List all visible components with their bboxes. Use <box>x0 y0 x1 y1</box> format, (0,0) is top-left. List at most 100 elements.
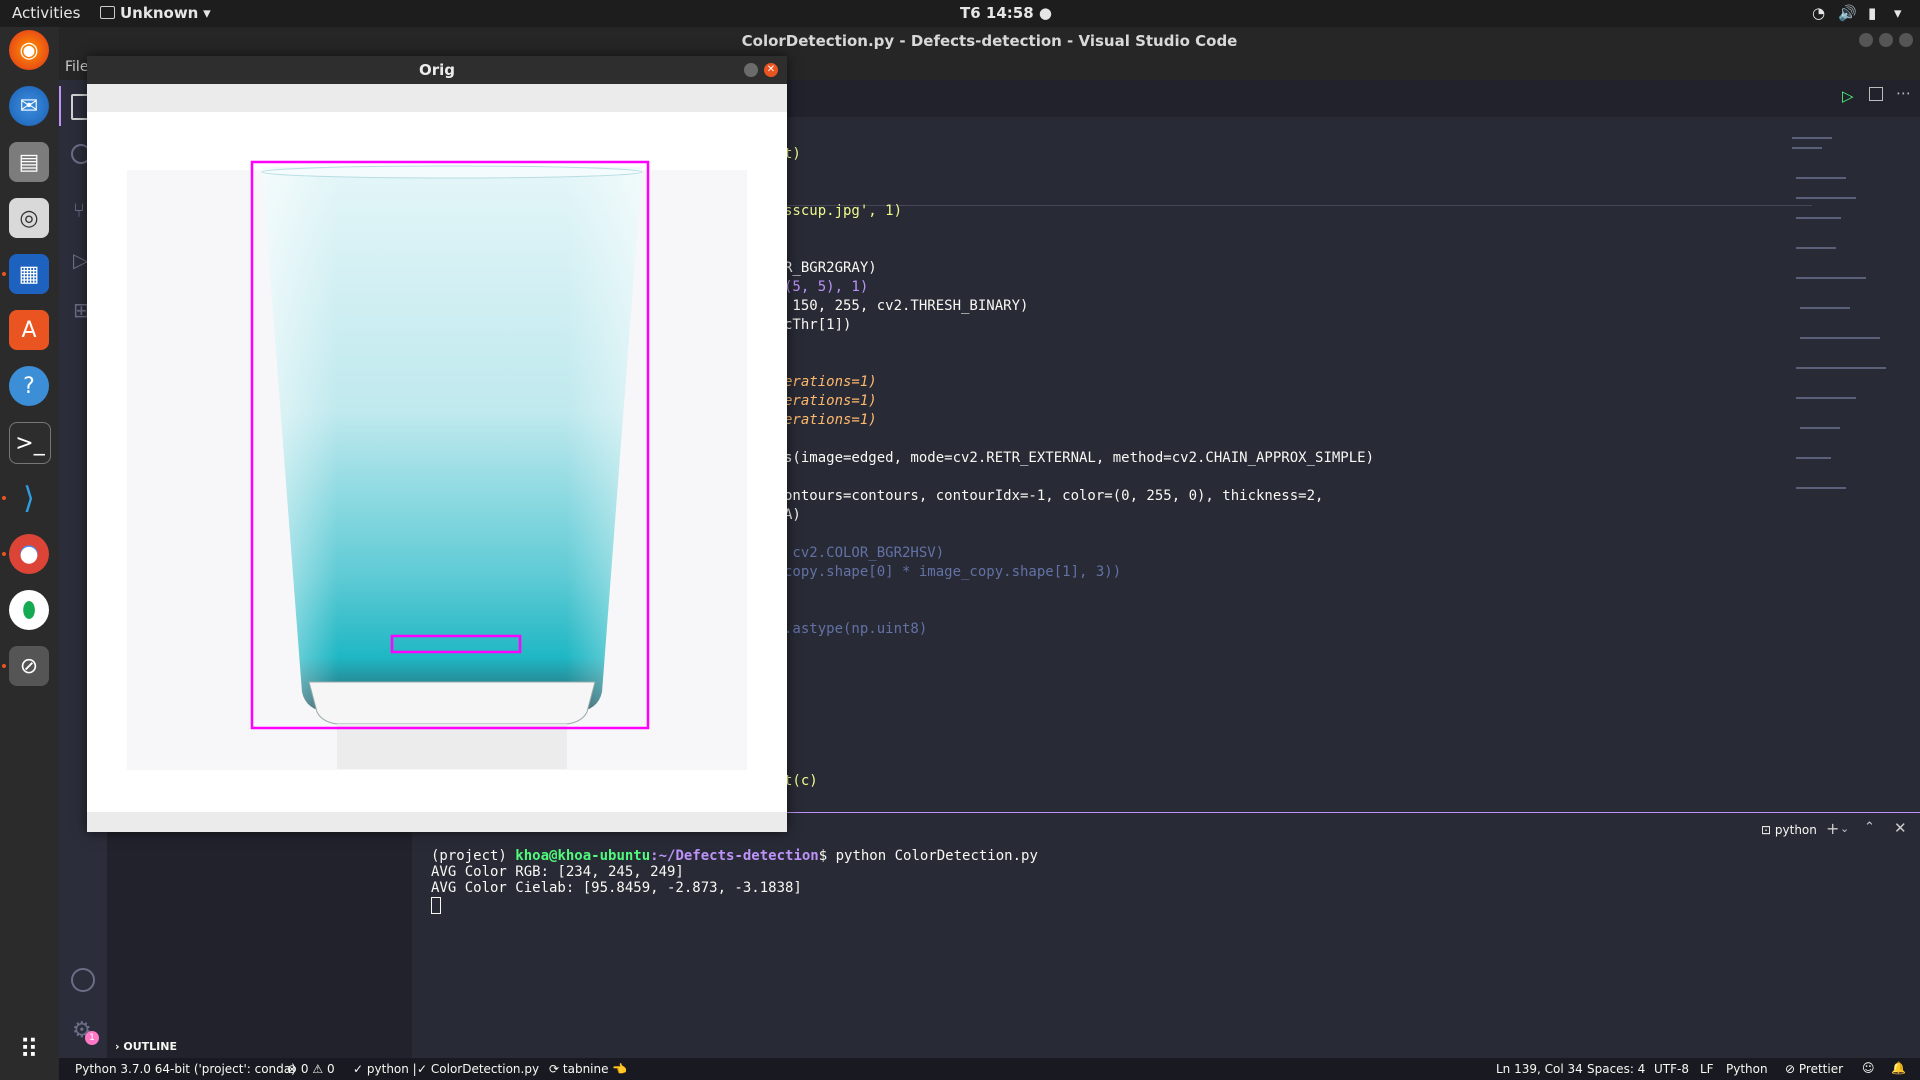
terminal-output-line: AVG Color RGB: [234, 245, 249] <box>431 864 684 880</box>
minimap[interactable] <box>1792 137 1902 517</box>
maximize-icon[interactable] <box>1879 33 1893 47</box>
app-menu[interactable]: Unknown ▾ <box>100 4 211 22</box>
check-icon: ✓ <box>417 1062 428 1076</box>
source-control-icon[interactable]: ⑂ <box>73 198 85 222</box>
orig-window-titlebar[interactable]: Orig ✕ <box>87 56 787 84</box>
glass-illustration <box>250 160 650 769</box>
new-terminal-icon[interactable]: + <box>1826 819 1839 838</box>
glass-image <box>87 112 787 812</box>
terminal-prompt-line: (project) khoa@khoa-ubuntu:~/Defects-det… <box>431 848 1038 864</box>
orig-window-toolbar <box>87 84 787 112</box>
code-line: t(c) <box>784 773 818 789</box>
code-line: sscup.jpg', 1) <box>784 203 903 219</box>
interpreter-status[interactable]: Python 3.7.0 64-bit ('project': conda) <box>75 1062 296 1076</box>
wifi-icon[interactable]: ◔ <box>1812 4 1825 22</box>
code-line: s(image=edged, mode=cv2.RETR_EXTERNAL, m… <box>784 450 1375 466</box>
status-bar: Python 3.7.0 64-bit ('project': conda) ⊗… <box>59 1058 1920 1080</box>
code-line: cThr[1]) <box>784 317 852 333</box>
files-icon[interactable]: ▤ <box>9 142 49 182</box>
accounts-icon[interactable] <box>71 968 95 992</box>
terminal-output-line: AVG Color Cielab: [95.8459, -2.873, -3.1… <box>431 880 802 896</box>
system-menu-chevron-icon[interactable]: ▾ <box>1894 4 1902 22</box>
run-icon[interactable]: ▷ <box>1842 87 1854 105</box>
thunderbird-icon[interactable]: ✉ <box>9 86 49 126</box>
running-indicator <box>2 664 6 668</box>
cursor-position[interactable]: Ln 139, Col 34 <box>1496 1062 1583 1076</box>
orig-window-statusbar <box>87 812 787 832</box>
problems-status[interactable]: ⊗ 0 ⚠ 0 <box>287 1062 335 1076</box>
terminal-icon: ⊡ <box>1761 823 1772 837</box>
outline-label: OUTLINE <box>123 1040 177 1053</box>
feedback-icon[interactable]: ☺ <box>1862 1061 1875 1075</box>
active-indicator <box>59 86 61 126</box>
code-line: R_BGR2GRAY) <box>784 260 877 276</box>
vscode-icon[interactable]: ⟩ <box>9 478 49 518</box>
app-menu-icon <box>100 6 115 19</box>
rhythmbox-icon[interactable]: ◎ <box>9 198 49 238</box>
minimize-icon[interactable] <box>1859 33 1873 47</box>
code-line: ontours=contours, contourIdx=-1, color=(… <box>784 488 1324 504</box>
close-panel-icon[interactable]: ✕ <box>1894 819 1907 837</box>
code-line: .astype(np.uint8) <box>784 621 928 637</box>
show-apps-grid-icon[interactable]: ⠿ <box>9 1030 49 1070</box>
minimize-icon[interactable] <box>744 63 758 77</box>
chrome-icon[interactable]: ● <box>9 534 49 574</box>
ubuntu-dock: ◉ ✉ ▤ ◎ ▦ A ? >_ ⟩ ● ⬮ ⊘ ⠿ <box>0 27 59 1080</box>
maximize-panel-icon[interactable]: ⌃ <box>1864 820 1875 835</box>
check-icon: ✓ <box>353 1062 364 1076</box>
window-title: ColorDetection.py - Defects-detection - … <box>741 32 1238 50</box>
warning-icon: ⚠ <box>312 1062 324 1076</box>
terminal-cursor <box>431 897 441 914</box>
writer-icon[interactable]: ▦ <box>9 254 49 294</box>
settings-badge: 1 <box>85 1031 99 1045</box>
file-check[interactable]: ✓ ColorDetection.py <box>417 1062 539 1076</box>
code-line: erations=1) <box>784 412 877 428</box>
outline-section[interactable]: › OUTLINE <box>115 1040 177 1053</box>
tabnine-status[interactable]: ⟳ tabnine 👈 <box>549 1062 627 1076</box>
tabnine-icon: ⟳ <box>549 1062 560 1076</box>
software-icon[interactable]: A <box>9 310 49 350</box>
firefox-icon[interactable]: ◉ <box>9 30 49 70</box>
error-icon: ⊗ <box>287 1062 298 1076</box>
battery-icon[interactable]: ▮ <box>1868 4 1876 22</box>
terminal-dropdown[interactable]: ⊡ python <box>1761 823 1817 837</box>
indentation[interactable]: Spaces: 4 <box>1587 1062 1645 1076</box>
orig-image-window[interactable]: Orig ✕ <box>87 56 787 832</box>
code-line: copy.shape[0] * image_copy.shape[1], 3)) <box>784 564 1122 580</box>
chevron-down-icon[interactable]: ⌄ <box>1840 822 1849 835</box>
split-editor-icon[interactable] <box>1869 87 1883 101</box>
running-indicator <box>2 552 6 556</box>
opencv-window-icon[interactable]: ⊘ <box>9 646 49 686</box>
close-icon[interactable] <box>1899 33 1913 47</box>
python-check[interactable]: ✓ python | <box>353 1062 417 1076</box>
clock-label: T6 14:58 <box>960 4 1034 22</box>
more-actions-icon[interactable]: ⋯ <box>1896 84 1911 102</box>
help-icon[interactable]: ? <box>9 366 49 406</box>
notification-dot-icon: ● <box>1038 4 1052 22</box>
language-mode[interactable]: Python <box>1726 1062 1768 1076</box>
terminal-app-icon[interactable]: >_ <box>9 422 51 464</box>
mongodb-icon[interactable]: ⬮ <box>9 590 49 630</box>
code-line: erations=1) <box>784 393 877 409</box>
notifications-bell-icon[interactable]: 🔔 <box>1891 1061 1906 1075</box>
running-indicator <box>2 496 6 500</box>
code-line: (5, 5), 1) <box>784 279 869 295</box>
chevron-right-icon: › <box>115 1040 120 1053</box>
eol[interactable]: LF <box>1700 1062 1714 1076</box>
volume-icon[interactable]: 🔊 <box>1838 4 1857 22</box>
terminal-tab-label: python <box>1774 823 1817 837</box>
code-line: cv2.COLOR_BGR2HSV) <box>784 545 945 561</box>
clock[interactable]: T6 14:58 ● <box>960 4 1052 22</box>
code-line: 150, 255, cv2.THRESH_BINARY) <box>784 298 1029 314</box>
encoding[interactable]: UTF-8 <box>1654 1062 1689 1076</box>
prettier-icon: ⊘ <box>1785 1062 1796 1076</box>
hand-icon: 👈 <box>612 1062 628 1076</box>
prettier-status[interactable]: ⊘ Prettier <box>1785 1062 1843 1076</box>
top-bar: Activities Unknown ▾ T6 14:58 ● ◔ 🔊 ▮ ▾ <box>0 0 1920 27</box>
close-icon[interactable]: ✕ <box>764 63 778 77</box>
running-indicator <box>2 272 6 276</box>
code-line: erations=1) <box>784 374 877 390</box>
menu-file[interactable]: File <box>65 59 88 75</box>
app-menu-label: Unknown <box>120 4 199 22</box>
activities-button[interactable]: Activities <box>12 4 80 22</box>
